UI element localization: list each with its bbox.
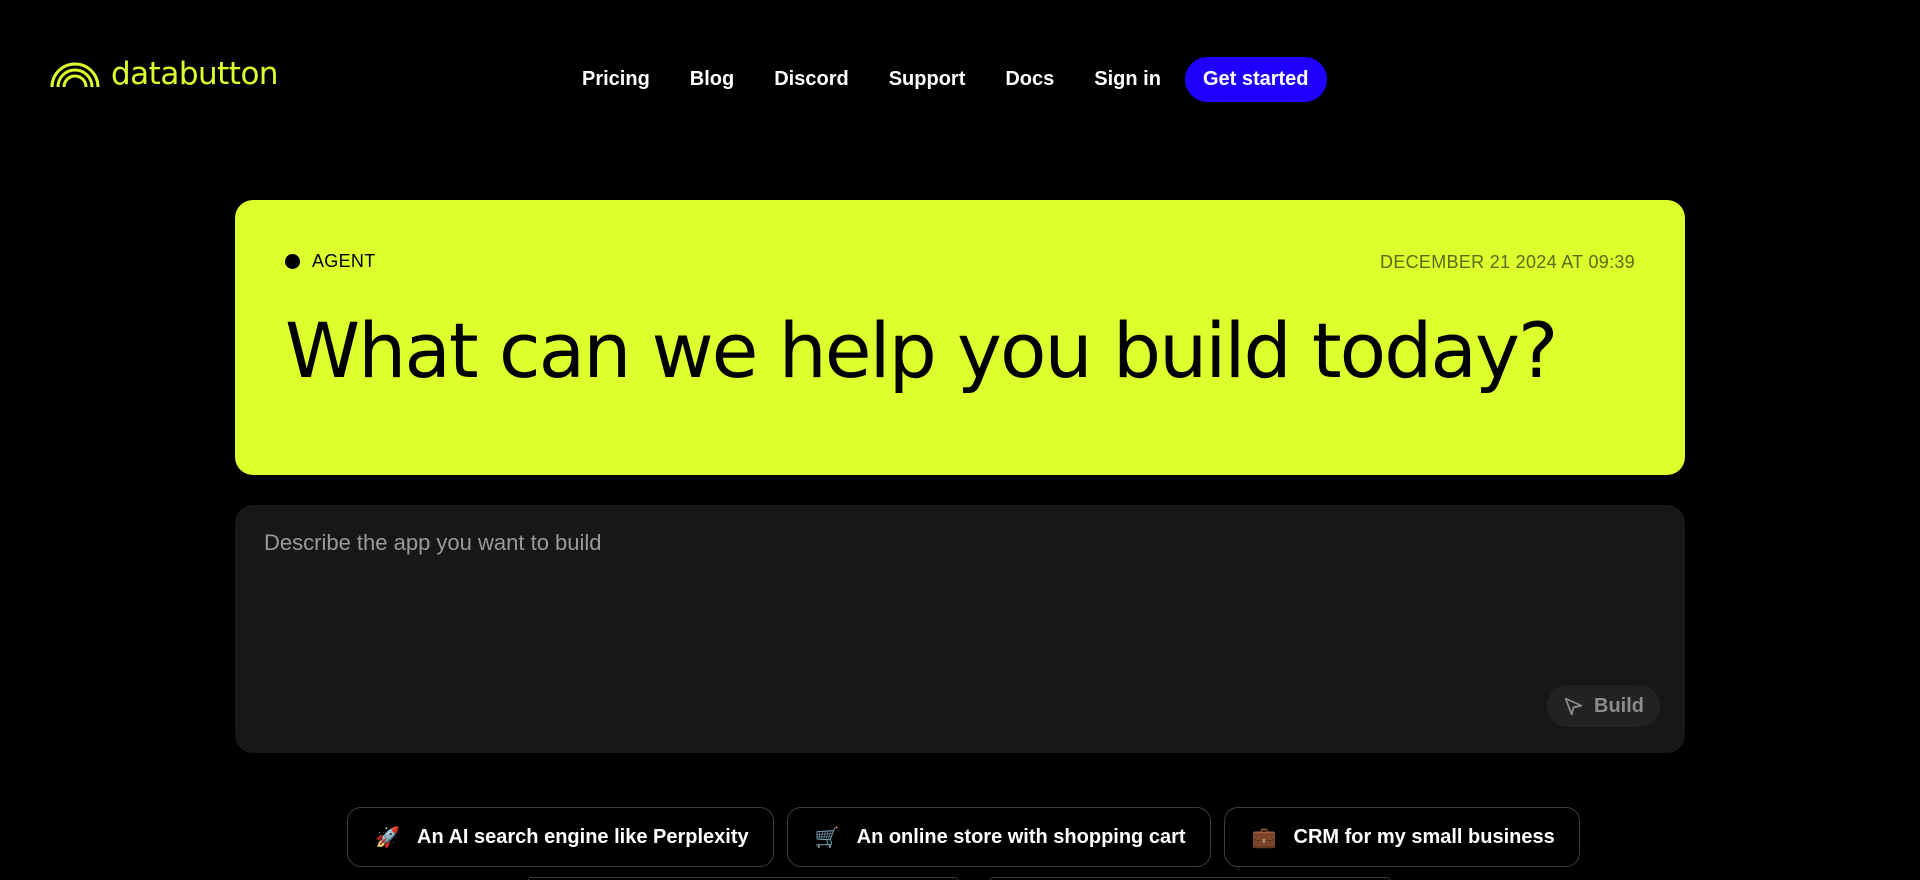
logo[interactable]: databutton [49, 56, 279, 92]
logo-text: databutton [111, 56, 279, 92]
nav-discord[interactable]: Discord [774, 68, 848, 91]
briefcase-icon: 💼 [1251, 826, 1277, 849]
nav-support[interactable]: Support [889, 68, 966, 91]
suggestion-label: An AI search engine like Perplexity [417, 825, 749, 848]
suggestion-chip-online-store[interactable]: 🛒 An online store with shopping cart [786, 807, 1211, 867]
hero-card: AGENT DECEMBER 21 2024 AT 09:39 What can… [235, 200, 1685, 475]
get-started-button[interactable]: Get started [1184, 57, 1327, 102]
build-button[interactable]: Build [1547, 685, 1660, 727]
send-icon [1564, 697, 1583, 715]
page: databutton Pricing Blog Discord Support … [0, 0, 1920, 880]
nav-blog[interactable]: Blog [690, 68, 734, 91]
nav-sign-in[interactable]: Sign in [1094, 68, 1161, 91]
suggestion-label: CRM for my small business [1293, 825, 1555, 848]
main-nav: Pricing Blog Discord Support Docs Sign i… [582, 57, 1327, 102]
suggestion-label: An online store with shopping cart [856, 825, 1186, 848]
suggestion-chip-ai-search[interactable]: 🚀 An AI search engine like Perplexity [347, 807, 774, 867]
rocket-icon: 🚀 [375, 826, 400, 849]
build-button-label: Build [1594, 694, 1644, 717]
shopping-cart-icon: 🛒 [814, 826, 840, 849]
rainbow-logo-icon [50, 62, 100, 88]
agent-label: AGENT [312, 251, 376, 271]
suggestion-chips: 🚀 An AI search engine like Perplexity 🛒 … [347, 807, 1580, 867]
app-description-input[interactable] [264, 530, 1654, 680]
top-header: databutton Pricing Blog Discord Support … [0, 0, 1920, 160]
agent-tag: AGENT [285, 251, 376, 272]
hero-title: What can we help you build today? [285, 306, 1558, 395]
prompt-box: Build [235, 505, 1685, 753]
suggestion-chip-crm[interactable]: 💼 CRM for my small business [1223, 807, 1580, 867]
nav-pricing[interactable]: Pricing [582, 68, 650, 91]
hero-timestamp: DECEMBER 21 2024 AT 09:39 [1380, 252, 1635, 272]
nav-docs[interactable]: Docs [1005, 68, 1054, 91]
agent-dot-icon [285, 254, 300, 269]
